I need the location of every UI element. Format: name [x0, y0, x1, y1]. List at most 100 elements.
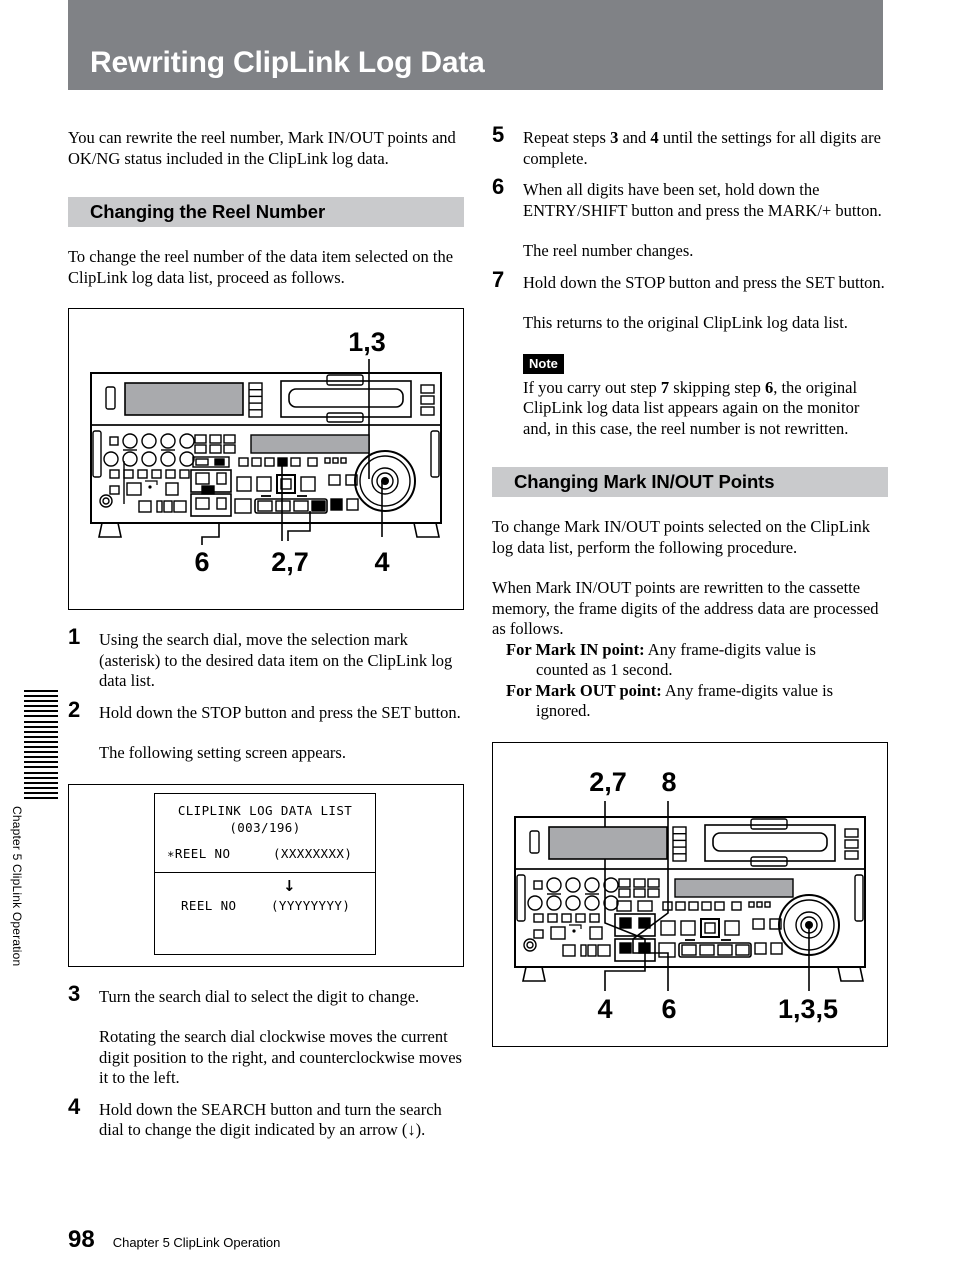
thumb-index-bar: [24, 796, 58, 799]
note-ref-a: 7: [660, 377, 670, 397]
thumb-index-bar: [24, 776, 58, 779]
step-1-number: 1: [68, 624, 81, 649]
step-6: 6 When all digits have been set, hold do…: [492, 176, 888, 221]
figure-vtr-panel-mark: 2,7 8 4 6 1,3,5: [492, 741, 888, 1047]
thumb-index-bar: [24, 725, 58, 728]
step-7-text: Hold down the STOP button and press the …: [523, 272, 885, 292]
side-chapter-label: Chapter 5 ClipLink Operation: [10, 806, 24, 967]
right-column: 5 Repeat steps 3 and 4 until the setting…: [492, 124, 888, 1047]
thumb-index-bar: [24, 766, 58, 769]
note-part-2: skipping step: [669, 377, 765, 397]
mark-out-bullet-label: For Mark OUT point:: [506, 680, 662, 700]
callout-label-bottom-3: 1,3,5: [778, 994, 838, 1024]
osd-row2-label: REEL NO: [181, 897, 237, 913]
page-title: Rewriting ClipLink Log Data: [90, 46, 485, 79]
mark-out-bullet-cont: ignored.: [536, 701, 591, 720]
callout-label-bottom-2: 6: [661, 994, 676, 1024]
thumb-index-bar: [24, 761, 58, 764]
step-4-text-pre: Hold down the SEARCH button and turn the…: [99, 1099, 442, 1140]
step-5-part-0: Repeat steps: [523, 128, 611, 147]
osd-title: CLIPLINK LOG DATA LIST: [177, 802, 353, 818]
thumb-index-bar: [24, 781, 58, 784]
section-heading-reel-number-label: Changing the Reel Number: [90, 201, 326, 222]
thumb-index-bar: [24, 695, 58, 698]
page-number: 98: [68, 1226, 95, 1253]
osd-screen-bottom-pane: ↓ REEL NO (YYYYYYYY): [155, 873, 375, 953]
step-2-number: 2: [68, 696, 81, 722]
thumb-index-bar: [24, 751, 58, 754]
mark-in-bullet-text: Any frame-digits value is: [644, 639, 816, 659]
thumb-index-bar: [24, 771, 58, 774]
step-6-text: When all digits have been set, hold down…: [523, 180, 882, 220]
thumb-index-bars: [24, 690, 58, 802]
mark-out-bullet: For Mark OUT point: Any frame-digits val…: [506, 681, 888, 702]
note-ref-b: 6: [764, 377, 774, 397]
step-5-number: 5: [492, 122, 505, 147]
step-3-text: Turn the search dial to select the digit…: [99, 986, 420, 1006]
callout-label-top-2: 8: [661, 767, 676, 797]
thumb-index-bar: [24, 735, 58, 738]
thumb-index-bar: [24, 720, 58, 723]
mark-in-bullet-cont: counted as 1 second.: [536, 660, 673, 679]
step-2-result: The following setting screen appears.: [99, 743, 346, 762]
vtr-panel-reel-svg: 1,3 6 2,7 4: [90, 327, 442, 577]
mark-in-bullet: For Mark IN point: Any frame-digits valu…: [506, 640, 888, 661]
step-3: 3 Turn the search dial to select the dig…: [68, 982, 464, 1008]
thumb-index-bar: [24, 690, 58, 692]
osd-row1-label: ∗REEL NO: [167, 845, 231, 861]
intro-paragraph: You can rewrite the reel number, Mark IN…: [68, 128, 456, 168]
thumb-index-bar: [24, 756, 58, 759]
mark-section-intro-1: To change Mark IN/OUT points selected on…: [492, 517, 870, 557]
thumb-index-bar: [24, 791, 58, 794]
figure-osd-screen: CLIPLINK LOG DATA LIST (003/196) ∗REEL N…: [68, 783, 464, 967]
thumb-index-bar: [24, 700, 58, 703]
note-text: If you carry out step 7 skipping step 6,…: [523, 378, 888, 440]
mark-section-intro-2: When Mark IN/OUT points are rewritten to…: [492, 578, 879, 638]
step-7-number: 7: [492, 266, 505, 292]
callout-label-bottom-2: 2,7: [271, 547, 309, 577]
section-heading-reel-number: Changing the Reel Number: [68, 197, 464, 227]
thumb-index-bar: [24, 740, 58, 743]
step-5-ref-b: 4: [650, 128, 659, 147]
note-tag: Note: [523, 353, 564, 374]
step-4-text-post: ).: [415, 1120, 426, 1139]
step-5-text: Repeat steps 3 and 4 until the settings …: [523, 128, 888, 169]
reel-section-intro: To change the reel number of the data it…: [68, 247, 454, 287]
step-5-part-2: and: [618, 128, 651, 147]
page-title-banner: Rewriting ClipLink Log Data: [68, 0, 883, 90]
thumb-index-bar: [24, 746, 58, 749]
step-6-result: The reel number changes.: [523, 241, 694, 260]
thumb-index-bar: [24, 730, 58, 733]
thumb-index-bar: [24, 715, 58, 718]
osd-screen-top-pane: CLIPLINK LOG DATA LIST (003/196) ∗REEL N…: [155, 794, 375, 873]
osd-row1-value: (XXXXXXXX): [273, 845, 353, 861]
left-column: You can rewrite the reel number, Mark IN…: [68, 128, 464, 1141]
down-arrow-icon: ↓: [407, 1120, 416, 1139]
step-1-text: Using the search dial, move the selectio…: [99, 630, 453, 690]
step-7: 7 Hold down the STOP button and press th…: [492, 268, 888, 294]
thumb-index-bar: [24, 786, 58, 789]
mark-in-bullet-label: For Mark IN point:: [506, 639, 645, 659]
osd-screen: CLIPLINK LOG DATA LIST (003/196) ∗REEL N…: [154, 792, 376, 955]
osd-counter: (003/196): [229, 819, 301, 835]
step-1: 1 Using the search dial, move the select…: [68, 626, 464, 692]
step-2-text: Hold down the STOP button and press the …: [99, 702, 461, 722]
step-4: 4 Hold down the SEARCH button and turn t…: [68, 1095, 464, 1141]
section-heading-mark-points: Changing Mark IN/OUT Points: [492, 467, 888, 497]
thumb-index-bar: [24, 710, 58, 713]
note-block: Note If you carry out step 7 skipping st…: [492, 353, 888, 440]
step-4-text: Hold down the SEARCH button and turn the…: [99, 1100, 464, 1141]
step-6-number: 6: [492, 174, 505, 199]
callout-label-bottom-1: 6: [194, 547, 209, 577]
step-7-result: This returns to the original ClipLink lo…: [523, 313, 848, 332]
mark-out-bullet-text: Any frame-digits value is: [661, 680, 834, 700]
callout-label-top-1: 2,7: [589, 767, 627, 797]
footer-chapter-label: Chapter 5 ClipLink Operation: [112, 1235, 281, 1250]
step-3-result: Rotating the search dial clockwise moves…: [99, 1027, 462, 1087]
down-arrow-icon: ↓: [283, 876, 296, 895]
vtr-panel-mark-svg: 2,7 8 4 6 1,3,5: [514, 767, 866, 1024]
section-heading-mark-points-label: Changing Mark IN/OUT Points: [514, 471, 775, 492]
figure-vtr-panel-reel: 1,3 6 2,7 4: [68, 308, 464, 610]
callout-label-bottom-1: 4: [597, 994, 612, 1024]
callout-label-bottom-3: 4: [374, 547, 389, 577]
